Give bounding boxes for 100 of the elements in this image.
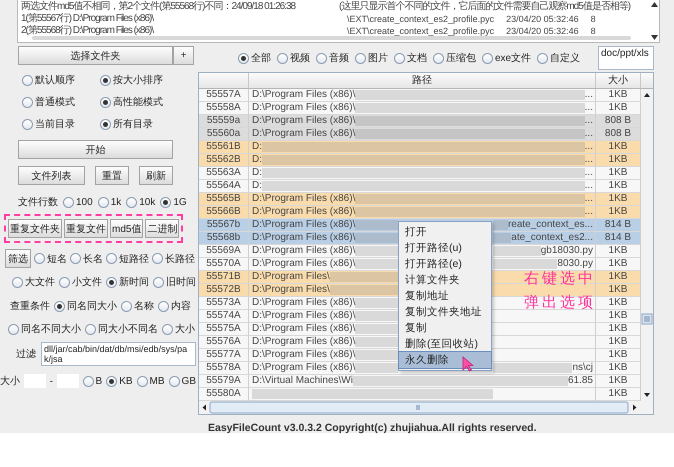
- radio-option[interactable]: 1k: [98, 196, 122, 208]
- radio-option[interactable]: 大文件: [12, 275, 55, 289]
- radio-option[interactable]: 按大小排序: [100, 73, 163, 87]
- radio-option[interactable]: 图片: [355, 51, 388, 65]
- menu-item[interactable]: 永久删除: [399, 352, 491, 368]
- table-cell[interactable]: 55563A: [199, 167, 249, 180]
- log-text: \EXT\create_context_es2_profile.pyc: [347, 25, 494, 37]
- blurred-region: [355, 298, 398, 308]
- table-cell[interactable]: 55565B: [199, 193, 249, 206]
- radio-option[interactable]: 小文件: [59, 275, 102, 289]
- radio-option[interactable]: exe文件: [482, 51, 532, 65]
- table-cell[interactable]: 55577A: [199, 349, 249, 362]
- table-cell[interactable]: 55566B: [199, 206, 249, 219]
- scroll-down-icon[interactable]: [650, 35, 658, 40]
- blurred-region: [330, 272, 398, 282]
- column-header[interactable]: 大小: [596, 73, 641, 88]
- menu-item[interactable]: 计算文件夹: [399, 272, 491, 288]
- table-cell[interactable]: 55575A: [199, 323, 249, 336]
- radio-option[interactable]: 1G: [160, 196, 187, 208]
- radio-option[interactable]: 10k: [126, 196, 156, 208]
- table-cell[interactable]: 55573A: [199, 297, 249, 310]
- radio-option[interactable]: 压缩包: [433, 51, 476, 65]
- table-cell[interactable]: 55576A: [199, 336, 249, 349]
- duplicate-button[interactable]: 重复文件夹: [8, 219, 62, 238]
- radio-option[interactable]: 100: [63, 196, 93, 208]
- radio-option[interactable]: 短路径: [106, 252, 149, 266]
- action-button[interactable]: 文件列表: [18, 166, 85, 185]
- radio-option[interactable]: 名称: [121, 299, 154, 313]
- menu-item[interactable]: 复制地址: [399, 288, 491, 304]
- filter-button[interactable]: 筛选: [5, 249, 31, 268]
- duplicate-button[interactable]: md5值: [110, 219, 144, 238]
- menu-item[interactable]: 复制文件夹地址: [399, 304, 491, 320]
- radio-option[interactable]: 大小: [162, 322, 195, 336]
- table-cell: ...: [584, 180, 593, 192]
- radio-option[interactable]: 自定义: [537, 51, 580, 65]
- column-header[interactable]: 路径: [249, 73, 596, 88]
- annotation-text: 弹出选项: [524, 294, 596, 312]
- table-cell: 8030.py: [557, 258, 593, 270]
- table-cell[interactable]: 55571B: [199, 271, 249, 284]
- action-button[interactable]: 重置: [95, 166, 129, 185]
- radio-option[interactable]: MB: [136, 376, 165, 386]
- radio-option[interactable]: 短名: [34, 252, 67, 266]
- line-count-label: 文件行数: [18, 196, 58, 209]
- table-cell[interactable]: 55570A: [199, 258, 249, 271]
- table-cell: D:\Program Files (x86)\: [252, 206, 356, 218]
- table-cell: 1KB: [596, 89, 641, 102]
- radio-option[interactable]: 同大小不同名: [85, 322, 158, 336]
- menu-item[interactable]: 打开路径(u): [399, 240, 491, 256]
- duplicate-button[interactable]: 二进制: [145, 219, 180, 238]
- start-button[interactable]: 开始: [18, 140, 173, 159]
- extension-field[interactable]: doc/ppt/xls: [598, 46, 654, 70]
- radio-option[interactable]: 新时间: [106, 275, 149, 289]
- radio-option[interactable]: 默认顺序: [22, 73, 75, 87]
- radio-option[interactable]: 全部: [238, 51, 271, 65]
- table-cell: 814 B: [596, 232, 641, 245]
- radio-option[interactable]: 同名同大小: [54, 299, 117, 313]
- radio-option[interactable]: 所有目录: [100, 117, 153, 131]
- radio-option[interactable]: 同名不同大小: [8, 322, 81, 336]
- table-cell[interactable]: 55562B: [199, 154, 249, 167]
- log-text: 8: [590, 25, 596, 37]
- radio-option[interactable]: 内容: [158, 299, 191, 313]
- table-cell[interactable]: 55574A: [199, 310, 249, 323]
- table-cell: D:\Program Files\: [252, 271, 330, 283]
- menu-item[interactable]: 复制: [399, 320, 491, 336]
- radio-option[interactable]: GB: [168, 376, 196, 386]
- radio-option[interactable]: 长名: [70, 252, 103, 266]
- action-button[interactable]: 刷新: [139, 166, 173, 185]
- radio-option[interactable]: 普通模式: [22, 95, 75, 109]
- radio-option[interactable]: 音频: [316, 51, 349, 65]
- radio-option[interactable]: 长路径: [152, 252, 195, 266]
- duplicate-button[interactable]: 重复文件: [64, 219, 108, 238]
- menu-item[interactable]: 打开路径(e): [399, 256, 491, 272]
- table-cell[interactable]: 55568b: [199, 232, 249, 245]
- add-button[interactable]: +: [173, 46, 194, 65]
- radio-option[interactable]: 高性能模式: [100, 95, 163, 109]
- table-cell[interactable]: 55564A: [199, 180, 249, 193]
- menu-item[interactable]: 打开: [399, 224, 491, 240]
- table-cell[interactable]: 55578A: [199, 362, 249, 375]
- table-cell[interactable]: 55579A: [199, 375, 249, 388]
- table-cell[interactable]: 55560a: [199, 128, 249, 141]
- menu-item[interactable]: 删除(至回收站): [399, 336, 491, 352]
- table-cell: ...: [584, 89, 593, 101]
- table-cell[interactable]: 55569A: [199, 245, 249, 258]
- radio-option[interactable]: 文档: [394, 51, 427, 65]
- exclude-field[interactable]: dll/jar/cab/bin/dat/db/msi/edb/sys/pak/jsa: [41, 342, 196, 366]
- radio-option[interactable]: 当前目录: [22, 117, 75, 131]
- table-cell[interactable]: 55557A: [199, 89, 249, 102]
- table-cell[interactable]: 55558A: [199, 102, 249, 115]
- choose-folder-button[interactable]: 选择文件夹: [18, 46, 173, 65]
- table-cell: 1KB: [596, 284, 641, 297]
- horizontal-scrollbar[interactable]: [199, 401, 653, 414]
- radio-option[interactable]: KB: [106, 376, 133, 386]
- radio-option[interactable]: 视频: [277, 51, 310, 65]
- scroll-up-icon[interactable]: [650, 2, 658, 7]
- table-cell[interactable]: 55572B: [199, 284, 249, 297]
- radio-option[interactable]: 旧时间: [153, 275, 196, 289]
- table-cell[interactable]: 55580A: [199, 388, 249, 401]
- table-cell[interactable]: 55561B: [199, 141, 249, 154]
- table-cell[interactable]: 55567b: [199, 219, 249, 232]
- table-cell[interactable]: 55559a: [199, 115, 249, 128]
